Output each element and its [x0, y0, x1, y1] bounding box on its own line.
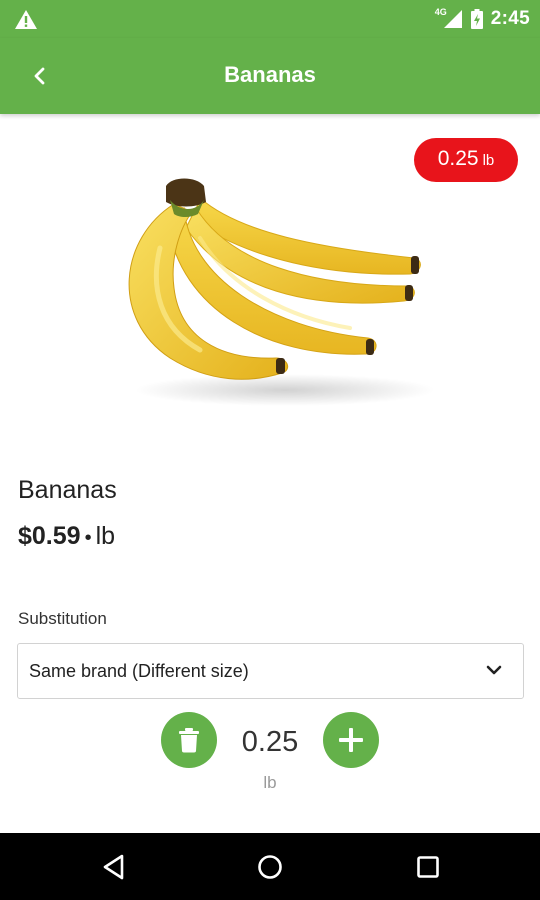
- price-unit: lb: [95, 522, 116, 550]
- nav-back-button[interactable]: [94, 847, 134, 887]
- weight-badge: 0.25 lb: [414, 138, 518, 182]
- nav-recents-icon: [417, 856, 439, 878]
- add-button[interactable]: [323, 712, 379, 768]
- battery-charging-icon: [470, 9, 483, 29]
- quantity-value: 0.25: [241, 726, 299, 758]
- weight-badge-unit: lb: [482, 152, 495, 169]
- substitution-label: Substitution: [18, 609, 107, 628]
- plus-icon: [339, 728, 363, 752]
- status-time: 2:45: [490, 8, 530, 29]
- app-bar: Bananas: [0, 38, 540, 114]
- nav-home-button[interactable]: [250, 847, 290, 887]
- nav-recents-button[interactable]: [408, 847, 448, 887]
- network-label: 4G: [434, 7, 447, 17]
- trash-icon: [179, 728, 199, 753]
- signal-icon: 4G: [435, 7, 463, 29]
- delete-button[interactable]: [161, 712, 217, 768]
- substitution-selected-value: Same brand (Different size): [29, 660, 249, 681]
- status-right: 4G 2:45: [435, 7, 530, 31]
- system-nav-bar: [0, 833, 540, 900]
- status-bar: 4G 2:45: [0, 0, 540, 38]
- product-name: Bananas: [18, 476, 117, 504]
- page-title: Bananas: [224, 62, 316, 87]
- weight-badge-value: 0.25: [437, 147, 479, 170]
- price-separator: •: [84, 527, 92, 549]
- warning-icon: [15, 10, 37, 29]
- nav-home-icon: [258, 855, 282, 879]
- substitution-dropdown[interactable]: Same brand (Different size): [17, 643, 524, 699]
- banana-bunch-image: [128, 178, 435, 406]
- nav-back-icon: [103, 854, 124, 880]
- product-price: $0.59: [18, 522, 81, 550]
- quantity-unit: lb: [263, 773, 277, 792]
- chevron-down-icon: [486, 665, 502, 675]
- price-row: $0.59 • lb: [18, 522, 115, 551]
